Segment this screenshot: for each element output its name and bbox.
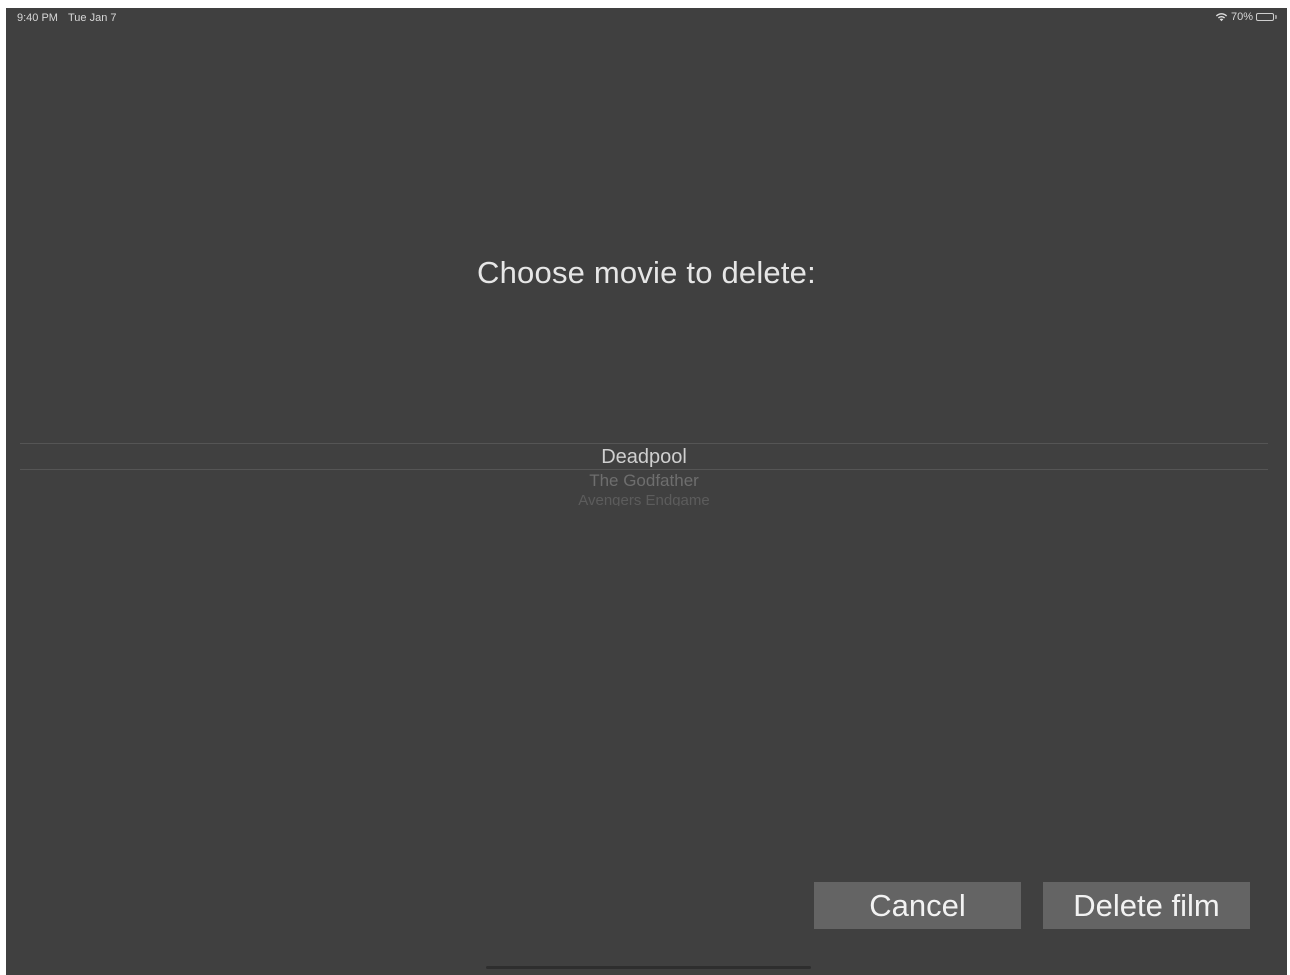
status-bar-right: 70% xyxy=(1215,11,1277,23)
home-indicator xyxy=(486,966,811,969)
status-date: Tue Jan 7 xyxy=(67,12,117,24)
status-bar-left: 9:40 PM Tue Jan 7 xyxy=(17,12,116,24)
picker-item[interactable]: Avengers Endgame xyxy=(20,492,1268,506)
app-screen: 9:40 PM Tue Jan 7 70% Choose movie to de… xyxy=(6,8,1287,975)
battery-icon xyxy=(1256,13,1277,21)
movie-picker[interactable]: Deadpool The Godfather Avengers Endgame xyxy=(20,428,1268,528)
delete-film-button[interactable]: Delete film xyxy=(1043,882,1250,929)
picker-item-selected[interactable]: Deadpool xyxy=(20,446,1268,469)
picker-selection-top-line xyxy=(20,443,1268,444)
status-time: 9:40 PM xyxy=(17,12,58,24)
delete-prompt-title: Choose movie to delete: xyxy=(477,255,816,290)
picker-item[interactable]: The Godfather xyxy=(20,471,1268,491)
wifi-icon xyxy=(1215,13,1228,22)
picker-selection-bottom-line xyxy=(20,469,1268,470)
cancel-button[interactable]: Cancel xyxy=(814,882,1021,929)
battery-percentage: 70% xyxy=(1230,11,1253,23)
